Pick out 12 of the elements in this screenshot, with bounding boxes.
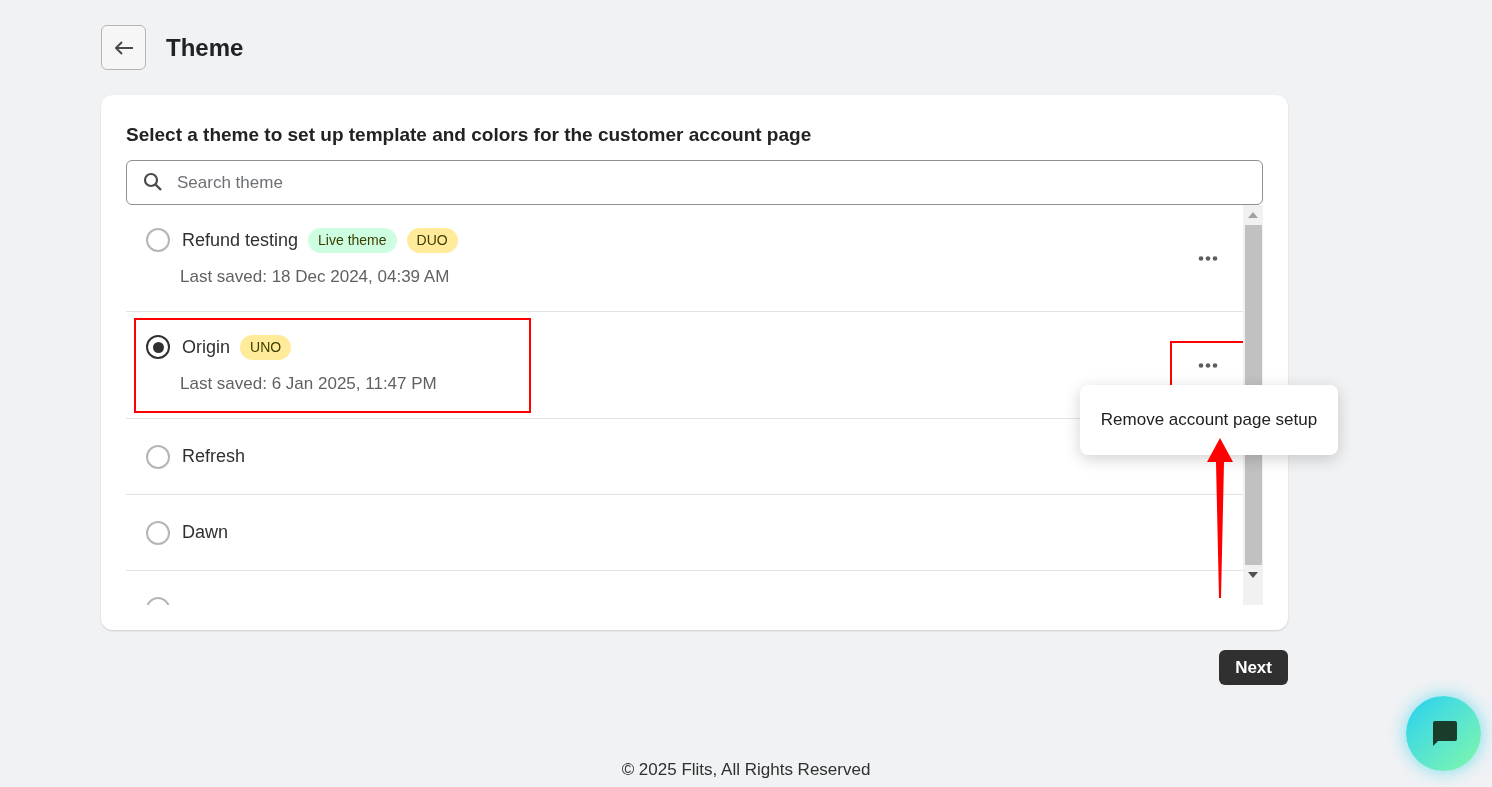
card-heading: Select a theme to set up template and colors for the customer account page xyxy=(126,123,813,147)
last-saved-text: Last saved: 6 Jan 2025, 11:47 PM xyxy=(180,372,438,395)
theme-badge: UNO xyxy=(240,334,292,360)
theme-name: Refund testing xyxy=(182,228,299,252)
theme-name: Refresh xyxy=(182,445,246,468)
theme-badge: DUO xyxy=(406,227,458,253)
theme-name: Origin xyxy=(182,335,230,359)
footer-text: © 2025 Flits, All Rights Reserved xyxy=(621,759,871,781)
theme-name: Dawn xyxy=(182,521,229,544)
page-title: Theme xyxy=(166,32,244,63)
theme-badge: Live theme xyxy=(308,227,397,253)
last-saved-text: Last saved: 18 Dec 2024, 04:39 AM xyxy=(180,265,451,288)
